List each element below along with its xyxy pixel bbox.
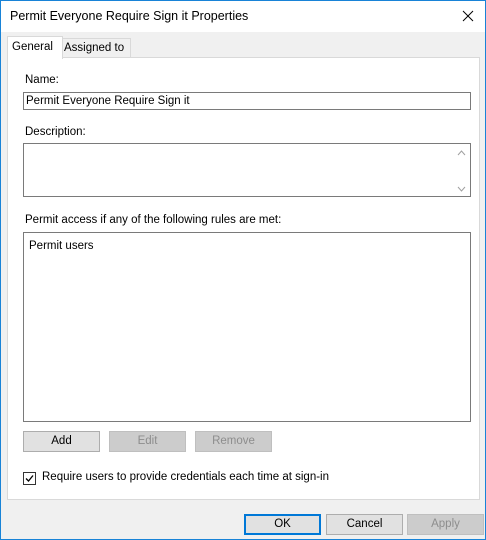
require-credentials-label[interactable]: Require users to provide credentials eac…	[42, 471, 329, 483]
window-title: Permit Everyone Require Sign it Properti…	[10, 9, 249, 23]
ok-button[interactable]: OK	[244, 514, 321, 535]
title-bar: Permit Everyone Require Sign it Properti…	[1, 1, 485, 32]
description-scrollbar-arrows	[457, 150, 466, 192]
tab-general[interactable]: General	[7, 36, 63, 59]
tab-assigned-to-label: Assigned to	[64, 42, 125, 54]
tab-strip: General Assigned to	[7, 36, 477, 59]
cancel-button[interactable]: Cancel	[326, 514, 403, 535]
require-credentials-checkbox[interactable]	[23, 472, 36, 485]
close-icon	[462, 10, 474, 22]
scroll-down-arrow-icon	[457, 186, 466, 192]
scroll-up-arrow-icon	[457, 150, 466, 156]
description-label: Description:	[25, 126, 86, 138]
rules-label: Permit access if any of the following ru…	[25, 214, 282, 226]
list-item[interactable]: Permit users	[29, 240, 94, 252]
name-field-value: Permit Everyone Require Sign it	[26, 95, 190, 107]
remove-button[interactable]: Remove	[195, 431, 272, 452]
tab-general-label: General	[12, 41, 53, 53]
add-button[interactable]: Add	[23, 431, 100, 452]
name-field[interactable]: Permit Everyone Require Sign it	[23, 92, 471, 110]
description-scrollbar[interactable]	[454, 145, 469, 195]
checkmark-icon	[25, 475, 34, 482]
general-tab-panel: Name: Permit Everyone Require Sign it De…	[7, 57, 480, 500]
tab-assigned-to[interactable]: Assigned to	[59, 38, 131, 58]
properties-dialog: Permit Everyone Require Sign it Properti…	[0, 0, 486, 540]
name-label: Name:	[25, 74, 59, 86]
apply-button[interactable]: Apply	[407, 514, 484, 535]
rules-list[interactable]: Permit users	[23, 232, 471, 422]
description-field[interactable]	[23, 143, 471, 197]
close-button[interactable]	[457, 5, 479, 27]
edit-button[interactable]: Edit	[109, 431, 186, 452]
